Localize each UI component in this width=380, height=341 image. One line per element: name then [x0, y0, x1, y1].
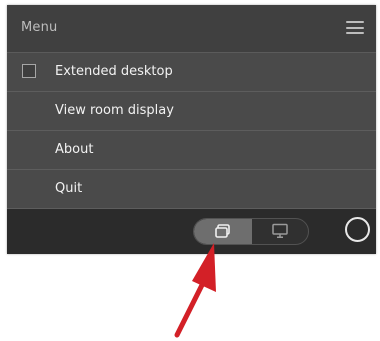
- monitor-toggle-button[interactable]: [252, 219, 308, 244]
- menu-title: Menu: [21, 20, 58, 35]
- menu-item-about[interactable]: About: [7, 131, 376, 170]
- menu-item-label: Extended desktop: [55, 64, 173, 79]
- menu-panel: Menu Extended desktop View room display …: [7, 5, 376, 254]
- share-screen-toggle-button[interactable]: [194, 219, 252, 244]
- extended-desktop-checkbox[interactable]: [22, 64, 36, 78]
- menu-item-quit[interactable]: Quit: [7, 170, 376, 209]
- menu-header: Menu: [7, 5, 376, 53]
- mode-toggle: [193, 218, 309, 245]
- menu-item-label: View room display: [55, 103, 174, 118]
- share-screen-icon: [215, 224, 230, 238]
- menu-item-label: About: [55, 142, 94, 157]
- menu-item-label: Quit: [55, 181, 83, 196]
- hamburger-icon[interactable]: [346, 20, 364, 35]
- monitor-icon: [272, 223, 288, 238]
- menu-item-view-room-display[interactable]: View room display: [7, 92, 376, 131]
- menu-item-extended-desktop[interactable]: Extended desktop: [7, 53, 376, 92]
- footer-toolbar: [7, 209, 376, 254]
- circle-icon[interactable]: [345, 217, 370, 242]
